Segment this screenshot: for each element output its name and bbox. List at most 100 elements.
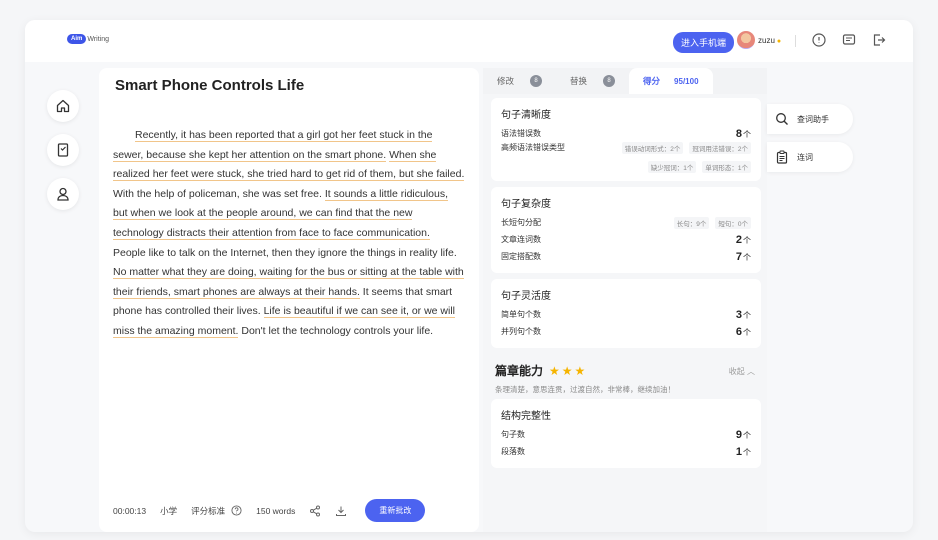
flagged-sentence[interactable]: Recently, it has been reported that a gi… — [113, 129, 433, 162]
nav-home[interactable] — [47, 90, 79, 122]
chip-group: 长句：9个 短句：0个 — [673, 216, 751, 229]
mobile-version-button[interactable]: 进入手机端 — [673, 32, 735, 53]
tab-edit[interactable]: 修改 8 — [483, 68, 556, 94]
row-compound-sentences: 并列句个数 6个 — [501, 323, 751, 340]
section-title-text: 篇章能力 — [495, 364, 544, 378]
row-conjunctions: 文章连词数 2个 — [501, 231, 751, 248]
row-label: 固定搭配数 — [501, 252, 541, 261]
card-flexibility: 句子灵活度 简单句个数 3个 并列句个数 6个 — [491, 279, 761, 348]
score-value: 95/100 — [674, 76, 699, 86]
section-description: 条理清楚，意思连贯，过渡自然，非常棒，继续加油！ — [495, 385, 675, 394]
value-unit: 个 — [743, 235, 751, 245]
logout-icon[interactable] — [871, 32, 887, 48]
value-unit: 个 — [743, 310, 751, 320]
value-unit: 个 — [743, 252, 751, 262]
logo[interactable]: Aim Writing — [67, 34, 109, 44]
card-title: 句子灵活度 — [501, 291, 551, 302]
chip: 冠词用法错误：2个 — [689, 142, 751, 154]
chip-group: 错误动词形式：2个 冠词用法错误：2个 — [621, 142, 751, 154]
chip-group: 缺少冠词：1个 单词形态：1个 — [647, 161, 751, 173]
avatar[interactable] — [737, 31, 755, 49]
section-title: 篇章能力 ★★★ — [495, 362, 587, 379]
row-label: 并列句个数 — [501, 327, 541, 336]
username[interactable]: zuzu ● — [758, 36, 781, 45]
message-icon[interactable] — [841, 32, 857, 48]
card-complexity: 句子复杂度 长短句分配 长句：9个 短句：0个 文章连词数 2个 固定搭配数 7… — [491, 187, 761, 273]
download-icon[interactable] — [335, 505, 347, 517]
panel-tabs: 修改 8 替换 8 得分 95/100 — [483, 68, 767, 94]
collapse-toggle[interactable]: 收起 ︿ — [729, 366, 755, 377]
tool-label: 连词 — [797, 152, 813, 162]
row-label: 简单句个数 — [501, 310, 541, 319]
home-icon — [56, 99, 70, 113]
card-title: 句子复杂度 — [501, 199, 551, 210]
recheck-button[interactable]: 重新批改 — [365, 499, 426, 522]
share-icon[interactable] — [309, 505, 321, 517]
chip: 错误动词形式：2个 — [621, 142, 684, 154]
chip: 缺少冠词：1个 — [647, 161, 697, 173]
tab-replace-badge: 8 — [603, 75, 616, 87]
row-sentence-length: 长短句分配 长句：9个 短句：0个 — [501, 214, 751, 231]
value-unit: 个 — [743, 327, 751, 337]
level-label: 小学 — [160, 505, 178, 516]
essay-paragraph: Recently, it has been reported that a gi… — [113, 126, 465, 342]
left-nav — [47, 90, 79, 222]
row-label: 语法错误数 — [501, 129, 541, 138]
value-number: 9 — [735, 428, 742, 441]
nav-user[interactable] — [47, 178, 79, 210]
logo-badge: Aim — [67, 34, 87, 44]
tab-score[interactable]: 得分 95/100 — [629, 68, 713, 94]
tab-replace[interactable]: 替换 8 — [556, 68, 629, 94]
side-tools: 查词助手 连词 — [767, 104, 853, 180]
feedback-icon[interactable] — [811, 32, 827, 48]
username-text: zuzu — [758, 36, 775, 45]
value-number: 2 — [735, 233, 742, 246]
tab-score-label: 得分 — [643, 76, 661, 86]
chip: 短句：0个 — [715, 216, 751, 229]
sentence-text: Don't let the technology controls your l… — [238, 324, 434, 337]
row-frequent-errors: 高频语法错误类型 错误动词形式：2个 冠词用法错误：2个 缺少冠词：1个 单词形… — [501, 142, 751, 173]
row-value: 9个 — [736, 429, 751, 441]
clipboard-icon — [776, 150, 788, 164]
essay-body[interactable]: Recently, it has been reported that a gi… — [113, 126, 465, 342]
row-sentence-count: 句子数 9个 — [501, 426, 751, 443]
row-label: 文章连词数 — [501, 235, 541, 244]
user-icon — [57, 187, 69, 201]
scoring-standard[interactable]: 评分标准 — [191, 505, 242, 517]
value-number: 3 — [735, 308, 742, 321]
collapse-text: 收起 — [728, 367, 745, 376]
tool-label: 查词助手 — [797, 114, 829, 124]
row-label: 长短句分配 — [501, 218, 541, 227]
value-unit: 个 — [743, 430, 751, 440]
word-lookup-button[interactable]: 查词助手 — [767, 104, 853, 134]
discourse-section: 篇章能力 ★★★ 收起 ︿ 条理清楚，意思连贯，过渡自然，非常棒，继续加油！ — [491, 354, 761, 399]
tab-replace-label: 替换 — [570, 76, 588, 86]
header-divider — [795, 35, 796, 47]
row-label: 高频语法错误类型 — [501, 143, 565, 152]
scoring-standard-text: 评分标准 — [191, 505, 226, 516]
row-value: 1个 — [736, 446, 751, 458]
row-grammar-errors: 语法错误数 8个 — [501, 125, 751, 142]
chip: 长句：9个 — [673, 216, 710, 229]
row-simple-sentences: 简单句个数 3个 — [501, 306, 751, 323]
essay-title: Smart Phone Controls Life — [115, 77, 305, 94]
star-rating: ★★★ — [549, 363, 588, 378]
conjunction-button[interactable]: 连词 — [767, 142, 853, 172]
row-value: 8个 — [736, 128, 751, 140]
chevron-up-icon: ︿ — [747, 367, 755, 376]
help-icon[interactable] — [231, 505, 242, 516]
row-value: 6个 — [736, 326, 751, 338]
card-title: 结构完整性 — [501, 411, 551, 422]
word-count: 150 words — [256, 505, 296, 516]
panel-scroll[interactable]: 句子清晰度 语法错误数 8个 高频语法错误类型 错误动词形式：2个 冠词用法错误… — [483, 94, 767, 532]
value-number: 8 — [735, 127, 742, 140]
analysis-panel: 修改 8 替换 8 得分 95/100 句子清晰度 语法错误数 8个 高频语法错… — [483, 68, 767, 532]
value-unit: 个 — [743, 447, 751, 457]
card-structure: 结构完整性 句子数 9个 段落数 1个 — [491, 399, 761, 468]
nav-bookmark[interactable] — [47, 134, 79, 166]
row-label: 句子数 — [501, 430, 525, 439]
search-icon — [776, 113, 788, 125]
top-header: Aim Writing 进入手机端 zuzu ● — [25, 20, 913, 62]
row-collocations: 固定搭配数 7个 — [501, 248, 751, 265]
sentence-text: People like to talk on the Internet, the… — [113, 246, 457, 259]
